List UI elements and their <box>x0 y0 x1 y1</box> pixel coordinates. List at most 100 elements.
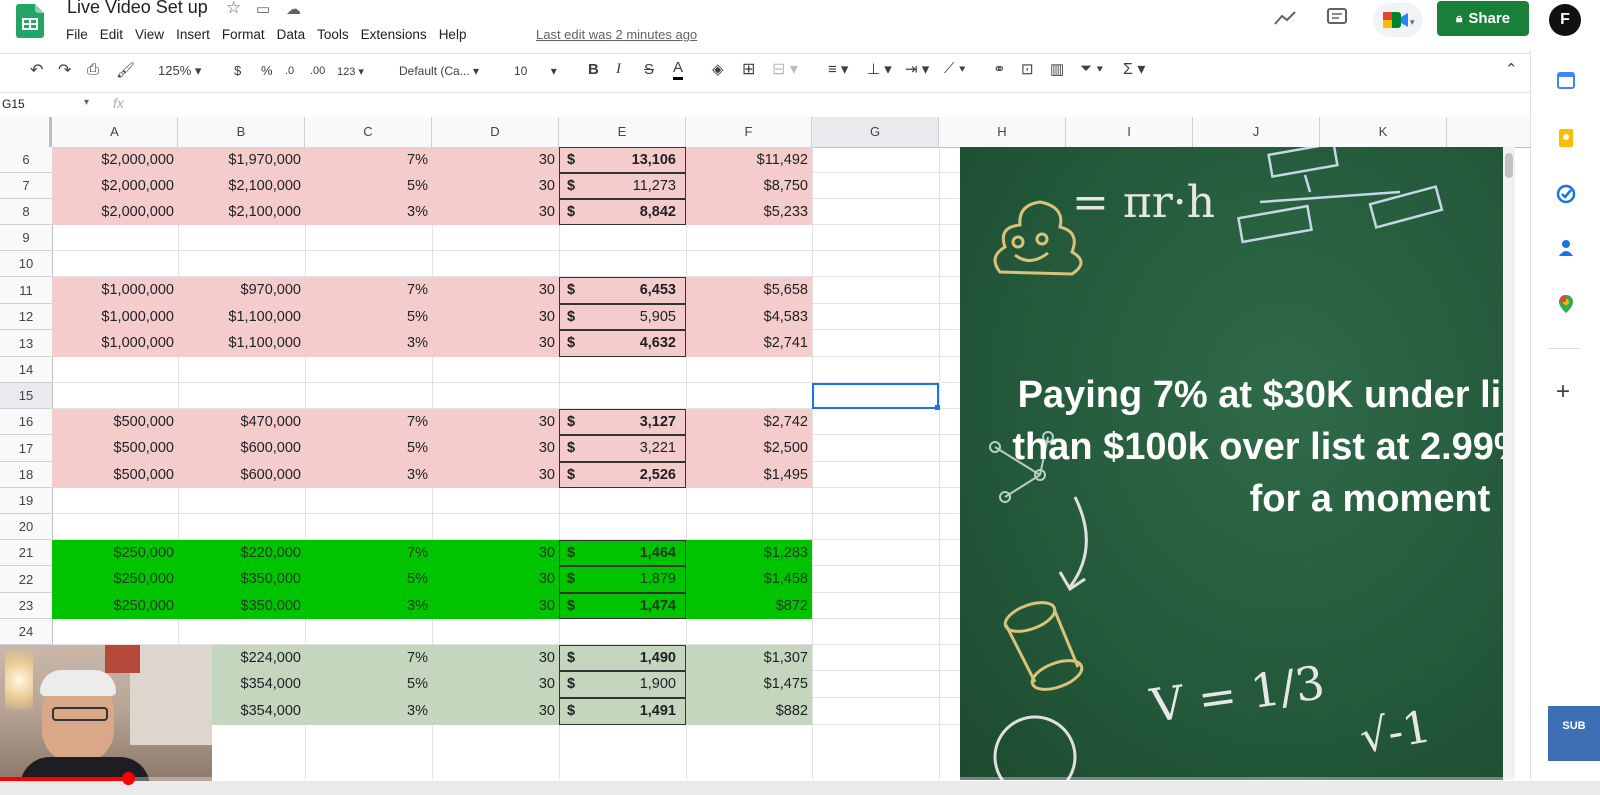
column-header-k[interactable]: K <box>1320 117 1447 147</box>
font-size-select[interactable]: 10 ▾ <box>514 64 557 78</box>
cell-f[interactable]: $1,475 <box>686 671 812 698</box>
row-header-22[interactable]: 22 <box>0 566 52 593</box>
row-header-16[interactable]: 16 <box>0 409 52 435</box>
cell-d[interactable]: 30 <box>432 462 559 488</box>
text-color-button[interactable]: A <box>673 59 684 80</box>
cell-f[interactable]: $5,658 <box>686 277 812 304</box>
cell-c[interactable]: 7% <box>305 147 432 173</box>
column-header-e[interactable]: E <box>559 117 686 147</box>
paint-format-icon[interactable]: 🖌︎ <box>116 61 135 79</box>
cell-c[interactable]: 5% <box>305 566 432 593</box>
menu-data[interactable]: Data <box>277 27 306 47</box>
row-header-20[interactable]: 20 <box>0 514 52 540</box>
row-header-17[interactable]: 17 <box>0 435 52 462</box>
column-header-h[interactable]: H <box>939 117 1066 147</box>
cell-f[interactable]: $882 <box>686 698 812 725</box>
cell-d[interactable]: 30 <box>432 698 559 725</box>
video-progress-bar[interactable] <box>0 772 1600 785</box>
column-header-b[interactable]: B <box>178 117 305 147</box>
cell-f[interactable]: $4,583 <box>686 304 812 330</box>
cell-f[interactable]: $1,307 <box>686 645 812 671</box>
sheets-logo-icon[interactable] <box>16 4 44 38</box>
formula-input[interactable] <box>140 93 1530 117</box>
cell-b[interactable]: $220,000 <box>178 540 305 566</box>
cell-b[interactable]: $470,000 <box>178 409 305 435</box>
cell-a[interactable]: $1,000,000 <box>52 304 178 330</box>
menu-insert[interactable]: Insert <box>176 27 210 47</box>
decrease-decimal-button[interactable]: .0 <box>285 65 294 77</box>
cell-f[interactable]: $8,750 <box>686 173 812 199</box>
cell-c[interactable]: 3% <box>305 330 432 357</box>
activity-trend-icon[interactable] <box>1274 10 1296 26</box>
cell-d[interactable]: 30 <box>432 277 559 304</box>
cell-f[interactable]: $872 <box>686 593 812 619</box>
vertical-align-icon[interactable]: ⊥ ▾ <box>867 60 892 78</box>
comments-icon[interactable] <box>1327 8 1347 28</box>
cell-a[interactable]: $500,000 <box>52 409 178 435</box>
cell-a[interactable]: $1,000,000 <box>52 277 178 304</box>
share-button[interactable]: 🔒︎ Share <box>1437 1 1529 36</box>
row-header-8[interactable]: 8 <box>0 199 52 225</box>
cell-a[interactable]: $500,000 <box>52 462 178 488</box>
functions-button[interactable]: Σ ▾ <box>1123 59 1145 79</box>
cell-d[interactable]: 30 <box>432 435 559 462</box>
cell-c[interactable]: 3% <box>305 698 432 725</box>
column-header-d[interactable]: D <box>432 117 559 147</box>
keep-icon[interactable] <box>1556 128 1576 148</box>
cell-b[interactable]: $600,000 <box>178 462 305 488</box>
cell-f[interactable]: $1,458 <box>686 566 812 593</box>
insert-chart-icon[interactable]: ▥ <box>1050 60 1064 78</box>
cell-c[interactable]: 3% <box>305 462 432 488</box>
cell-c[interactable]: 3% <box>305 199 432 225</box>
menu-help[interactable]: Help <box>439 27 467 47</box>
cell-d[interactable]: 30 <box>432 199 559 225</box>
italic-button[interactable]: I <box>616 61 621 78</box>
last-edit-link[interactable]: Last edit was 2 minutes ago <box>536 27 697 42</box>
fill-color-icon[interactable]: ◈ <box>712 60 724 78</box>
cell-a[interactable]: $2,000,000 <box>52 147 178 173</box>
row-header-12[interactable]: 12 <box>0 304 52 330</box>
row-header-14[interactable]: 14 <box>0 357 52 383</box>
column-header-c[interactable]: C <box>305 117 432 147</box>
more-formats-select[interactable]: 123 ▾ <box>337 65 364 78</box>
cell-a[interactable]: $250,000 <box>52 540 178 566</box>
cell-c[interactable]: 7% <box>305 540 432 566</box>
cell-a[interactable]: $250,000 <box>52 566 178 593</box>
collapse-menus-icon[interactable]: ⌃ <box>1505 60 1518 78</box>
cell-d[interactable]: 30 <box>432 304 559 330</box>
fill-handle[interactable] <box>935 405 940 410</box>
redo-icon[interactable]: ↷ <box>58 60 71 80</box>
cell-f[interactable]: $2,741 <box>686 330 812 357</box>
calendar-icon[interactable] <box>1556 70 1576 90</box>
cell-f[interactable]: $2,500 <box>686 435 812 462</box>
document-title[interactable]: Live Video Set up <box>67 0 208 18</box>
cell-c[interactable]: 7% <box>305 277 432 304</box>
merge-cells-icon[interactable]: ⊟ ▾ <box>772 59 798 79</box>
font-family-select[interactable]: Default (Ca... ▾ <box>399 64 479 78</box>
menu-tools[interactable]: Tools <box>317 27 349 47</box>
contacts-icon[interactable] <box>1556 238 1576 258</box>
cell-a[interactable]: $1,000,000 <box>52 330 178 357</box>
cell-d[interactable]: 30 <box>432 330 559 357</box>
print-icon[interactable]: ⎙ <box>87 61 99 78</box>
cell-b[interactable]: $2,100,000 <box>178 173 305 199</box>
column-header-j[interactable]: J <box>1193 117 1320 147</box>
zoom-select[interactable]: 125% ▾ <box>158 63 201 79</box>
video-scrubber-handle[interactable] <box>122 772 135 785</box>
meet-button[interactable]: ▾ <box>1373 3 1423 37</box>
cell-c[interactable]: 3% <box>305 593 432 619</box>
text-rotation-icon[interactable]: ⟋ ▾ <box>944 60 966 77</box>
cell-b[interactable]: $970,000 <box>178 277 305 304</box>
cell-c[interactable]: 7% <box>305 645 432 671</box>
cell-c[interactable]: 5% <box>305 173 432 199</box>
cell-c[interactable]: 7% <box>305 409 432 435</box>
row-header-9[interactable]: 9 <box>0 225 52 251</box>
select-all-corner[interactable] <box>0 117 52 147</box>
row-header-21[interactable]: 21 <box>0 540 52 566</box>
row-header-19[interactable]: 19 <box>0 488 52 514</box>
horizontal-align-icon[interactable]: ≡ ▾ <box>828 60 848 78</box>
cell-d[interactable]: 30 <box>432 645 559 671</box>
cell-f[interactable]: $5,233 <box>686 199 812 225</box>
insert-comment-icon[interactable]: ⊡ <box>1021 60 1034 78</box>
row-header-7[interactable]: 7 <box>0 173 52 199</box>
